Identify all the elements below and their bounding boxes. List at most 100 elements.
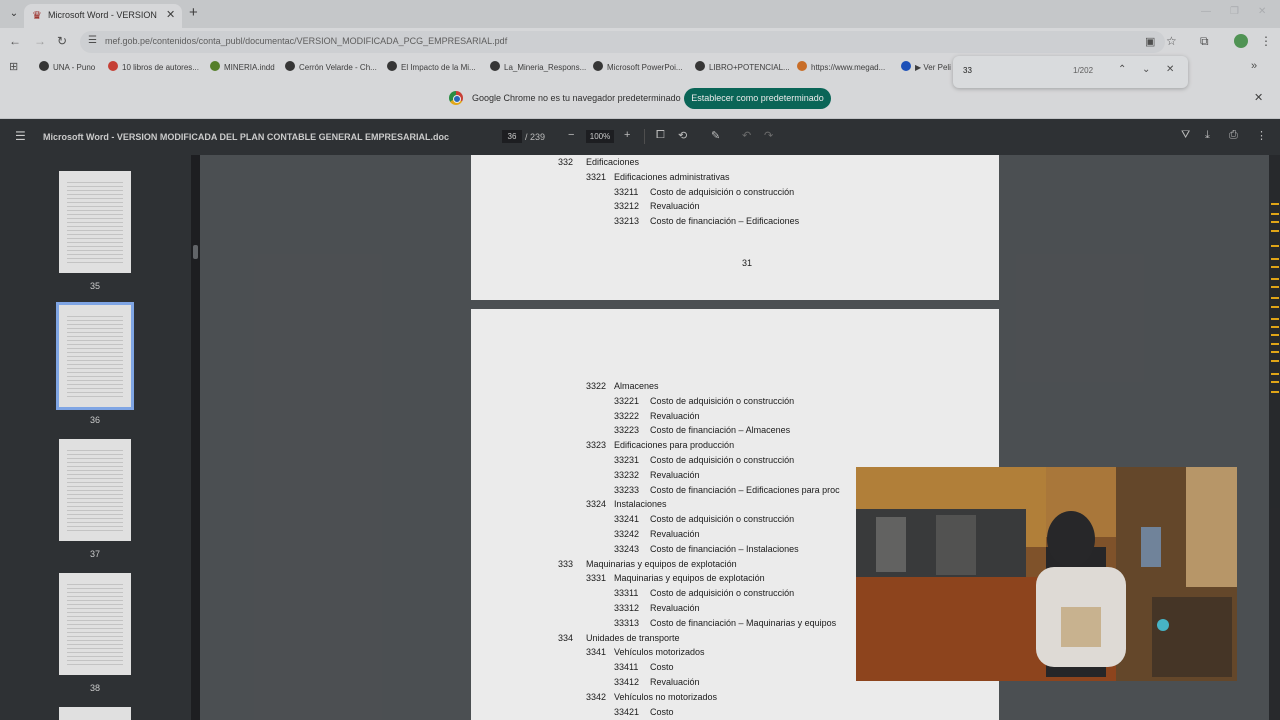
account-code: 3331 (586, 573, 607, 584)
account-name: Vehículos motorizados (614, 647, 705, 658)
zoom-input[interactable]: 100% (586, 130, 614, 143)
window-close-icon[interactable]: ✕ (1258, 6, 1266, 17)
more-options-icon[interactable]: ⋮ (1256, 129, 1267, 142)
page-number-input[interactable]: 36 (502, 130, 522, 143)
account-name: Costo de financiación – Edificaciones (650, 216, 800, 227)
account-name: Edificaciones (586, 157, 640, 167)
thumbnail-text-lines (67, 313, 123, 399)
thumbnail-label: 38 (89, 683, 100, 693)
page-thumbnail[interactable] (59, 439, 131, 541)
thumbnail-label: 35 (89, 281, 100, 291)
account-code: 33412 (614, 677, 640, 687)
account-line: 3341 Vehículos motorizados (586, 647, 705, 657)
bookmark-item[interactable]: 10 libros de autores... (108, 61, 199, 72)
account-line: 33231 Costo de adquisición o construcción (614, 455, 794, 465)
bookmark-item[interactable]: Cerrón Velarde - Ch... (285, 61, 377, 72)
search-hit-marker (1271, 306, 1279, 308)
undo-icon[interactable]: ↶ (742, 129, 751, 142)
search-hit-marker (1271, 334, 1279, 336)
account-line: 3322 Almacenes (586, 381, 659, 391)
restore-icon[interactable]: ❐ (1230, 6, 1239, 17)
document-scrollbar[interactable] (1269, 155, 1280, 720)
thumbnail-text-lines (67, 447, 123, 533)
annotate-icon[interactable]: ✎ (711, 129, 720, 142)
bookmark-favicon-icon (387, 61, 397, 71)
account-line: 33233 Costo de financiación – Edificacion… (614, 485, 840, 495)
account-name: Costo de adquisición o construcción (650, 514, 795, 525)
account-name: Costo de financiación – Instalaciones (650, 543, 799, 554)
reload-icon[interactable]: ↻ (57, 34, 67, 48)
account-name: Unidades de transporte (586, 632, 680, 643)
thumbnail-text-lines (67, 581, 123, 667)
drive-save-icon[interactable]: ⛛ (1181, 129, 1190, 142)
account-name: Edificaciones administrativas (614, 171, 730, 182)
account-name: Costo de financiación – Maquinarias y eq… (650, 617, 837, 628)
account-line: 33223 Costo de financiación – Almacenes (614, 425, 790, 435)
bookmark-item[interactable]: El Impacto de la Mi... (387, 61, 476, 72)
infobar-close-icon[interactable]: ✕ (1254, 91, 1263, 104)
find-previous-icon[interactable]: ⌃ (1118, 64, 1126, 75)
bookmark-item[interactable]: Microsoft PowerPoi... (593, 61, 683, 72)
bookmark-item[interactable]: La_Mineria_Respons... (490, 61, 586, 72)
print-icon[interactable]: ⎙ (1229, 129, 1238, 142)
apps-grid-icon[interactable]: ⊞ (9, 60, 18, 73)
profile-avatar[interactable] (1234, 34, 1248, 48)
extensions-icon[interactable]: ⧉ (1200, 34, 1209, 49)
chrome-menu-icon[interactable]: ⋮ (1260, 34, 1272, 48)
new-tab-button[interactable]: + (189, 4, 198, 22)
rotate-icon[interactable]: ⟲ (678, 129, 687, 142)
find-input[interactable] (963, 66, 1063, 75)
sidebar-scrollbar[interactable] (191, 155, 200, 720)
tab-close-icon[interactable]: ✕ (166, 8, 175, 21)
redo-icon[interactable]: ↷ (764, 129, 773, 142)
back-icon[interactable]: ← (9, 34, 21, 48)
fit-page-icon[interactable]: ⧠ (656, 129, 665, 142)
account-name: Almacenes (614, 381, 659, 391)
pdf-favicon-icon: ♛ (32, 10, 42, 22)
page-thumbnail[interactable] (59, 171, 131, 273)
account-name: Revaluación (650, 469, 700, 480)
bookmark-item[interactable]: UNA - Puno (39, 61, 95, 72)
bookmarks-overflow-icon[interactable]: » (1251, 60, 1257, 72)
bookmark-item[interactable]: LIBRO+POTENCIAL... (695, 61, 790, 72)
tab-list-button[interactable]: ⌄ (6, 6, 22, 22)
account-name: Revaluación (650, 201, 700, 212)
minimize-icon[interactable]: — (1201, 6, 1211, 17)
site-info-icon[interactable]: ☰ (88, 35, 97, 46)
set-default-button[interactable]: Establecer como predeterminado (684, 88, 831, 109)
download-icon[interactable]: ⤓ (1205, 129, 1210, 142)
toolbar-divider (644, 129, 645, 144)
find-close-icon[interactable]: ✕ (1166, 64, 1174, 75)
account-code: 33242 (614, 529, 640, 539)
address-bar[interactable]: ☰ mef.gob.pe/contenidos/conta_publ/docum… (80, 31, 1165, 53)
sidebar-menu-icon[interactable]: ☰ (15, 129, 26, 143)
page-thumbnail-selected[interactable] (56, 302, 134, 410)
page-footer-number: 31 (742, 258, 753, 268)
active-tab[interactable]: ♛ Microsoft Word - VERSION MO ✕ (24, 4, 182, 28)
bookmark-item[interactable]: ▶ Ver Peli (901, 61, 951, 72)
account-code: 33211 (614, 186, 639, 197)
translate-icon[interactable]: ▣ (1145, 35, 1155, 48)
account-line: 33312 Revaluación (614, 603, 700, 613)
account-name: Edificaciones para producción (614, 440, 735, 451)
forward-icon[interactable]: → (34, 34, 46, 48)
page-thumbnail[interactable] (59, 707, 131, 720)
page-thumbnail[interactable] (59, 573, 131, 675)
account-name: Costo (650, 706, 674, 717)
account-line: 332 Edificaciones (558, 157, 639, 167)
find-next-icon[interactable]: ⌄ (1142, 64, 1150, 75)
search-hit-marker (1271, 278, 1279, 280)
account-line: 3342 Vehículos no motorizados (586, 692, 717, 702)
pdf-page: 31 332 Edificaciones 3321 Edificaciones adm… (471, 155, 999, 300)
zoom-in-icon[interactable]: + (624, 129, 630, 141)
bookmark-star-icon[interactable]: ☆ (1166, 34, 1177, 48)
search-hit-marker (1271, 286, 1279, 288)
sidebar-scrollbar-thumb[interactable] (193, 245, 198, 259)
pdf-toolbar: ☰ Microsoft Word - VERSION MODIFICADA DE… (0, 119, 1280, 155)
url-text[interactable]: mef.gob.pe/contenidos/conta_publ/documen… (105, 36, 507, 46)
bookmark-item[interactable]: MINERIA.indd (210, 61, 275, 72)
bookmark-item[interactable]: https://www.megad... (797, 61, 885, 72)
search-hit-marker (1271, 326, 1279, 328)
account-name: Costo de adquisición o construcción (650, 588, 795, 599)
zoom-out-icon[interactable]: − (568, 129, 574, 141)
